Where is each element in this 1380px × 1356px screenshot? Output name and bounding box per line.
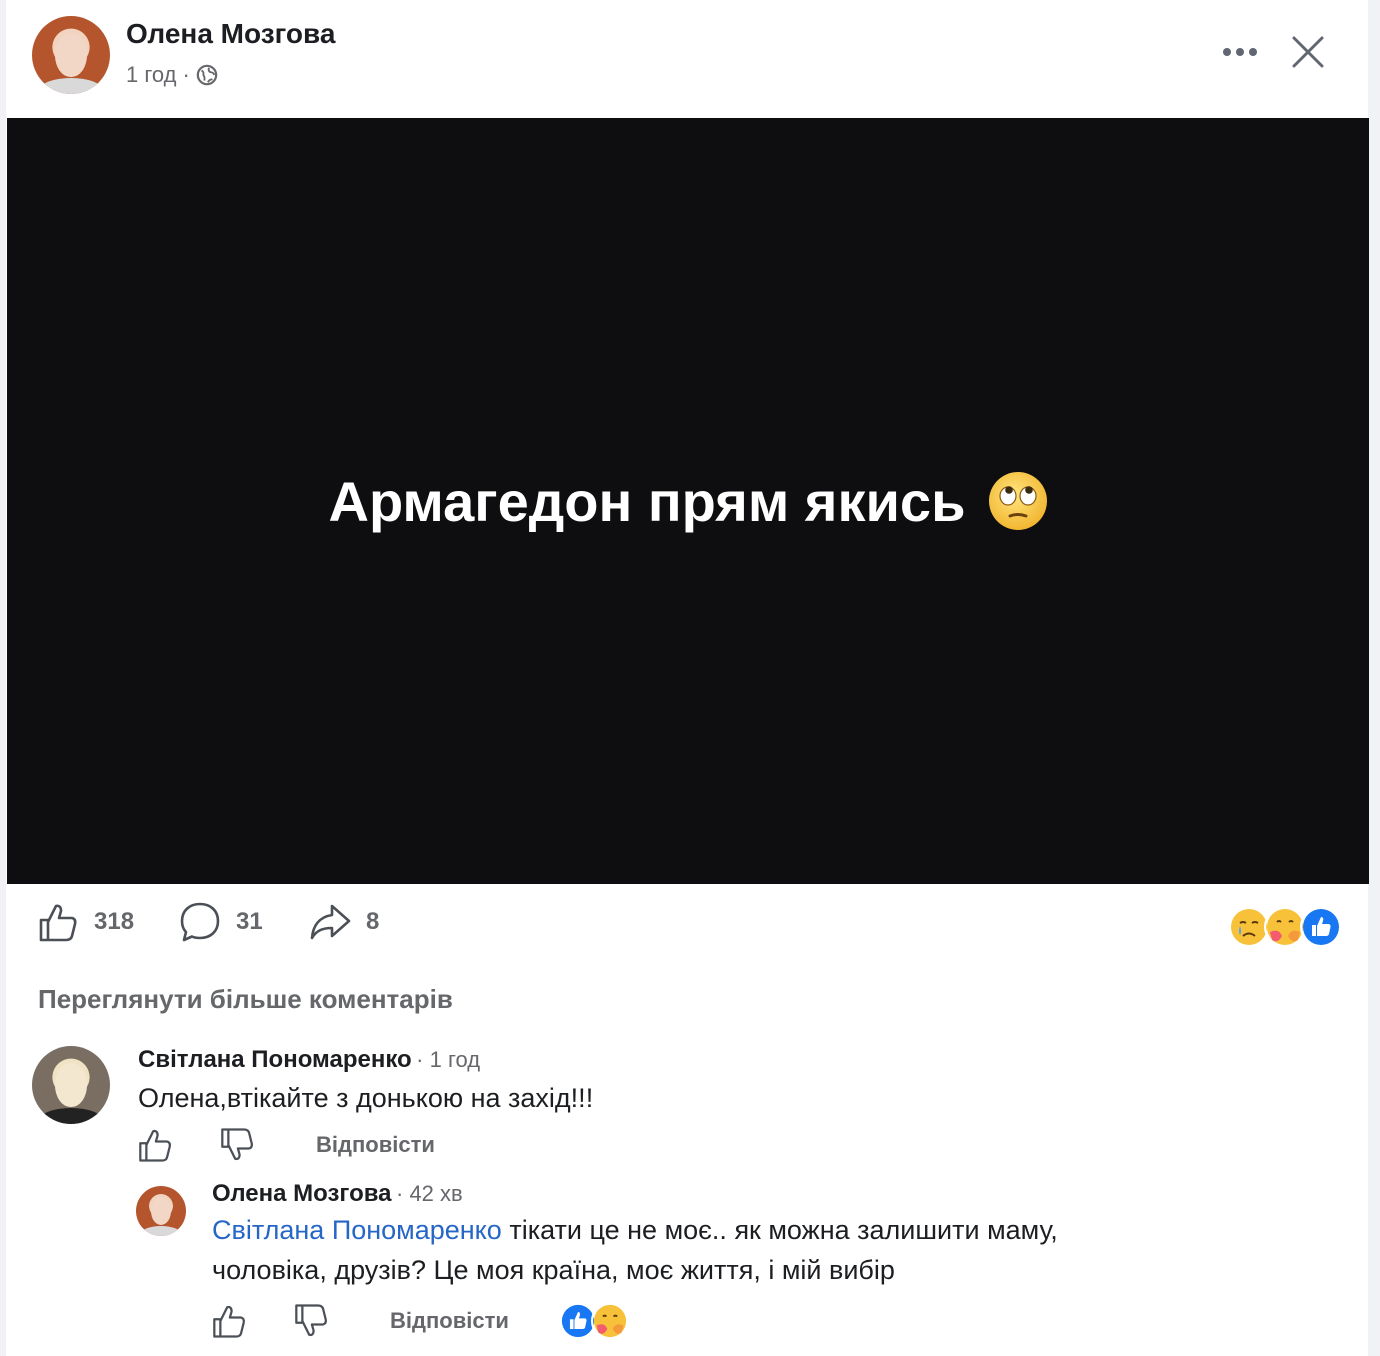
thumbs-up-icon[interactable] xyxy=(136,1126,174,1164)
window-edge-right xyxy=(1368,0,1380,1356)
comment-header: Світлана Пономаренко · 1 год xyxy=(138,1046,480,1074)
post-card: Олена Мозгова 1 год · Армагедон прям яки… xyxy=(6,0,1369,1356)
comment-text: Олена,втікайте з донькою на захід!!! xyxy=(138,1083,594,1113)
comment-actions: Відповісти xyxy=(136,1126,435,1164)
reply-text: Світлана Пономаренко тікати це не моє.. … xyxy=(212,1210,1262,1290)
comment-time[interactable]: 1 год xyxy=(430,1047,480,1072)
reactions-summary[interactable] xyxy=(1228,906,1342,948)
reply-separator: · xyxy=(395,1181,410,1206)
close-icon xyxy=(1292,36,1324,68)
share-count: 8 xyxy=(366,908,380,935)
post-content: Армагедон прям якись xyxy=(329,469,1048,534)
post-meta: 1 год · xyxy=(126,62,218,88)
thumbs-down-icon[interactable] xyxy=(292,1302,330,1340)
reply-reactions[interactable] xyxy=(558,1302,629,1340)
mention-link[interactable]: Світлана Пономаренко xyxy=(212,1215,502,1245)
reply-header: Олена Мозгова · 42 хв xyxy=(212,1180,463,1208)
reply-text-line2: чоловіка, друзів? Це моя країна, моє жит… xyxy=(212,1255,895,1285)
share-stat[interactable]: 8 xyxy=(308,900,379,944)
globe-icon xyxy=(196,64,218,86)
post-time[interactable]: 1 год xyxy=(126,62,176,88)
view-more-comments-link[interactable]: Переглянути більше коментарів xyxy=(38,984,453,1015)
commenter-name[interactable]: Світлана Пономаренко xyxy=(138,1046,412,1073)
author-name[interactable]: Олена Мозгова xyxy=(126,18,335,50)
comment-count: 31 xyxy=(236,908,263,935)
reply-author-avatar[interactable] xyxy=(136,1186,186,1236)
reply-actions: Відповісти xyxy=(210,1302,629,1340)
share-arrow-icon xyxy=(310,904,351,940)
thumbs-down-icon[interactable] xyxy=(218,1126,256,1164)
more-dots-icon xyxy=(1223,48,1257,56)
thumbs-up-icon[interactable] xyxy=(210,1302,248,1340)
author-avatar[interactable] xyxy=(32,16,110,94)
post-text: Армагедон прям якись xyxy=(328,469,966,533)
like-stat[interactable]: 318 xyxy=(36,900,134,944)
reply-time[interactable]: 42 хв xyxy=(409,1181,462,1206)
reply-author-name[interactable]: Олена Мозгова xyxy=(212,1180,392,1207)
reply-text-line1: тікати це не моє.. як можна залишити мам… xyxy=(501,1215,1058,1245)
like-count: 318 xyxy=(94,908,135,935)
thumbs-up-icon xyxy=(39,904,77,942)
face-with-rolling-eyes-emoji xyxy=(988,472,1047,530)
meta-separator: · xyxy=(182,62,190,87)
post-text-background[interactable]: Армагедон прям якись xyxy=(7,118,1369,884)
close-button[interactable] xyxy=(1286,30,1330,74)
comment-stat[interactable]: 31 xyxy=(178,900,263,944)
hugging-face-emoji xyxy=(590,1302,629,1340)
more-options-button[interactable] xyxy=(1216,30,1264,74)
comment-separator: · xyxy=(416,1047,430,1072)
comment-bubble-icon xyxy=(180,902,220,942)
reply-link[interactable]: Відповісти xyxy=(390,1308,509,1334)
commenter-avatar[interactable] xyxy=(32,1046,110,1124)
reply-link[interactable]: Відповісти xyxy=(316,1132,435,1158)
like-reaction-icon xyxy=(1300,906,1342,948)
